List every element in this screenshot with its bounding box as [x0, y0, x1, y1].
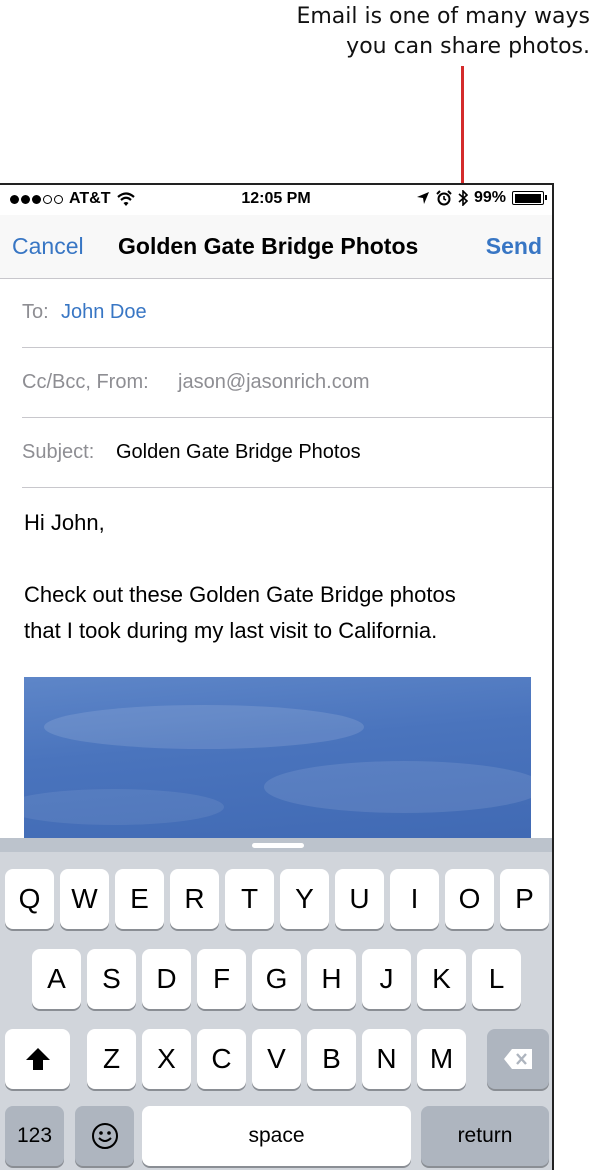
key-v[interactable]: V — [252, 1029, 301, 1089]
body-greeting: Hi John, — [24, 510, 105, 535]
send-button[interactable]: Send — [486, 233, 542, 260]
key-t[interactable]: T — [225, 869, 274, 929]
key-h[interactable]: H — [307, 949, 356, 1009]
key-g[interactable]: G — [252, 949, 301, 1009]
status-bar: AT&T 12:05 PM 99% — [0, 185, 552, 215]
battery-percent: 99% — [473, 189, 506, 206]
to-field[interactable]: To: John Doe — [22, 279, 552, 348]
bluetooth-icon — [458, 190, 468, 206]
subject-input[interactable]: Golden Gate Bridge Photos — [116, 441, 361, 464]
subject-field[interactable]: Subject: Golden Gate Bridge Photos — [22, 419, 552, 488]
key-a[interactable]: A — [32, 949, 81, 1009]
key-q[interactable]: Q — [5, 869, 54, 929]
key-f[interactable]: F — [197, 949, 246, 1009]
key-z[interactable]: Z — [87, 1029, 136, 1089]
shift-icon — [25, 1048, 50, 1070]
key-i[interactable]: I — [390, 869, 439, 929]
key-e[interactable]: E — [115, 869, 164, 929]
emoji-icon — [91, 1123, 118, 1149]
message-body[interactable]: Hi John, Check out these Golden Gate Bri… — [24, 505, 544, 649]
key-w[interactable]: W — [60, 869, 109, 929]
key-u[interactable]: U — [335, 869, 384, 929]
key-p[interactable]: P — [500, 869, 549, 929]
callout-text: Email is one of many ways you can share … — [260, 2, 590, 62]
callout-line-1: Email is one of many ways — [296, 4, 590, 29]
key-c[interactable]: C — [197, 1029, 246, 1089]
phone-screen: AT&T 12:05 PM 99% Cancel Golden Gate Bri… — [0, 183, 554, 1170]
key-m[interactable]: M — [417, 1029, 466, 1089]
delete-key[interactable] — [487, 1029, 549, 1089]
recipient-token[interactable]: John Doe — [61, 301, 147, 324]
numbers-key[interactable]: 123 — [5, 1106, 64, 1166]
key-n[interactable]: N — [362, 1029, 411, 1089]
from-address[interactable]: jason@jasonrich.com — [178, 371, 370, 394]
cc-bcc-from-label: Cc/Bcc, From: — [22, 371, 149, 393]
key-k[interactable]: K — [417, 949, 466, 1009]
location-arrow-icon — [416, 192, 429, 204]
key-d[interactable]: D — [142, 949, 191, 1009]
compose-nav-bar: Cancel Golden Gate Bridge Photos Send — [0, 215, 552, 279]
key-l[interactable]: L — [472, 949, 521, 1009]
alarm-icon — [436, 190, 452, 206]
to-label: To: — [22, 301, 49, 323]
sky-clouds-image — [4, 705, 544, 825]
shift-key[interactable] — [5, 1029, 70, 1089]
return-key[interactable]: return — [421, 1106, 549, 1166]
battery-level-fill — [514, 193, 542, 203]
cc-bcc-from-field[interactable]: Cc/Bcc, From: jason@jasonrich.com — [22, 349, 552, 418]
key-b[interactable]: B — [307, 1029, 356, 1089]
keyboard: Q W E R T Y U I O P A S D F G H J K L Z … — [0, 838, 552, 1170]
keyboard-drag-handle[interactable] — [252, 843, 304, 848]
key-y[interactable]: Y — [280, 869, 329, 929]
key-s[interactable]: S — [87, 949, 136, 1009]
attached-photo[interactable] — [4, 677, 544, 847]
key-r[interactable]: R — [170, 869, 219, 929]
body-line-1: Check out these Golden Gate Bridge photo… — [24, 582, 456, 607]
key-j[interactable]: J — [362, 949, 411, 1009]
cancel-button[interactable]: Cancel — [12, 233, 84, 260]
space-key[interactable]: space — [142, 1106, 411, 1166]
body-line-2: that I took during my last visit to Cali… — [24, 618, 438, 643]
subject-label: Subject: — [22, 441, 95, 463]
delete-icon — [504, 1049, 532, 1069]
battery-icon — [512, 191, 547, 205]
compose-title: Golden Gate Bridge Photos — [118, 233, 419, 259]
key-x[interactable]: X — [142, 1029, 191, 1089]
callout-line-2: you can share photos. — [346, 34, 590, 59]
emoji-key[interactable] — [75, 1106, 134, 1166]
key-o[interactable]: O — [445, 869, 494, 929]
